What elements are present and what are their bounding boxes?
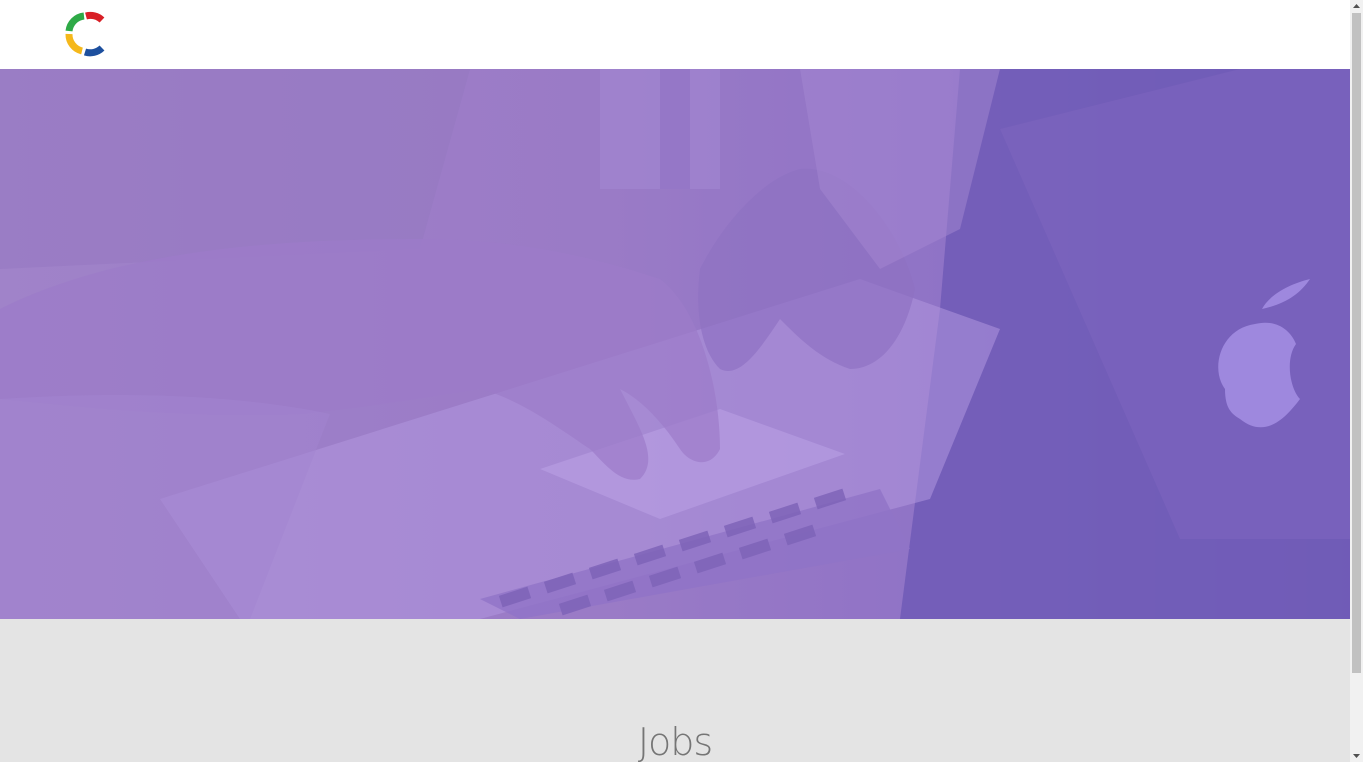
section-title: Jobs xyxy=(637,720,713,762)
scrollbar-thumb[interactable] xyxy=(1352,13,1361,673)
hands-typing-on-laptop-photo xyxy=(0,69,1350,619)
jobs-section: Jobs xyxy=(0,619,1350,762)
vertical-scrollbar[interactable] xyxy=(1350,0,1363,762)
hero-banner xyxy=(0,69,1350,619)
site-header xyxy=(0,0,1350,69)
arrow-up-icon[interactable] xyxy=(1350,0,1363,13)
c-logo-icon[interactable] xyxy=(64,11,108,57)
arrow-down-icon[interactable] xyxy=(1350,749,1363,762)
page: Jobs xyxy=(0,0,1350,762)
